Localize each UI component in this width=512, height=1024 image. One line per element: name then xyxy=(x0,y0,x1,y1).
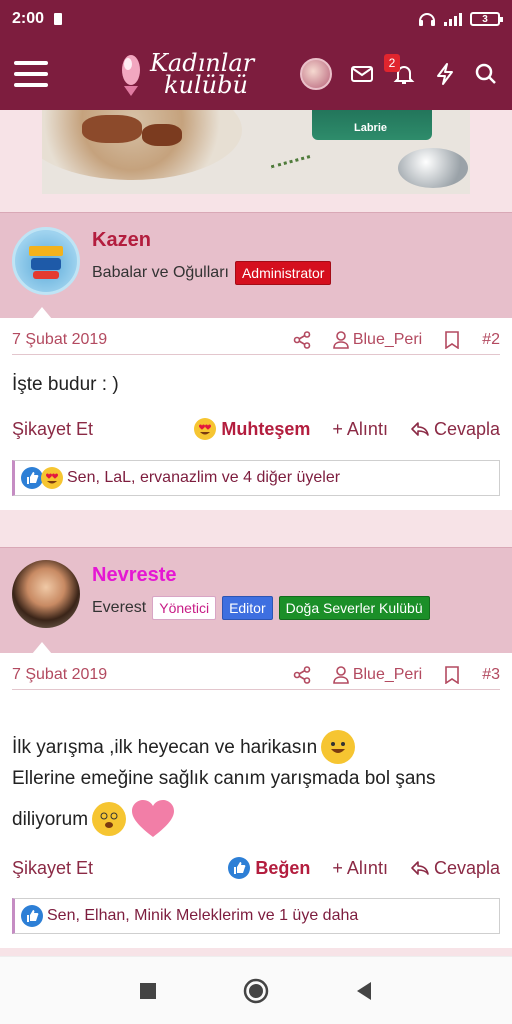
role-badge-yonetici: Yönetici xyxy=(152,596,217,620)
battery-level: 3 xyxy=(482,13,488,25)
role-badge-doga-severler: Doğa Severler Kulübü xyxy=(278,596,430,620)
system-nav-bar xyxy=(0,956,512,1024)
plus-icon: + xyxy=(332,418,343,439)
quote-label: Alıntı xyxy=(346,857,388,878)
report-button[interactable]: Şikayet Et xyxy=(12,858,93,879)
thumbs-up-icon xyxy=(228,857,251,879)
recents-icon[interactable] xyxy=(139,982,157,1000)
user-icon xyxy=(333,330,349,349)
role-badge-administrator: Administrator xyxy=(234,261,332,285)
image-brand-text: Labrie xyxy=(354,122,388,134)
user-title: Everest xyxy=(92,599,147,616)
status-time: 2:00 xyxy=(12,10,45,27)
avatar[interactable] xyxy=(12,560,80,628)
headset-icon xyxy=(419,13,435,26)
post-author-link[interactable]: Blue_Peri xyxy=(333,666,422,684)
reaction-label: Muhteşem xyxy=(221,418,311,439)
reactions-text: Sen, LaL, ervanazlim ve 4 diğer üyeler xyxy=(67,469,341,486)
plus-icon: + xyxy=(332,857,343,878)
post-date[interactable]: 7 Şubat 2019 xyxy=(12,331,107,349)
thumbs-up-icon xyxy=(21,467,43,489)
menu-icon[interactable] xyxy=(14,61,48,87)
post-meta: 7 Şubat 2019 Blue_Peri #3 xyxy=(12,660,500,690)
react-button[interactable]: Muhteşem xyxy=(194,418,310,440)
post-author-link[interactable]: Blue_Peri xyxy=(333,331,422,349)
sim-icon xyxy=(54,13,63,25)
avatar[interactable] xyxy=(12,227,80,295)
fish-logo-icon xyxy=(29,246,63,279)
thumbs-up-icon xyxy=(21,905,43,927)
report-button[interactable]: Şikayet Et xyxy=(12,419,93,440)
post-actions: Şikayet Et Muhteşem + Alıntı Cevapla xyxy=(12,415,500,443)
post-actions: Şikayet Et Beğen + Alıntı Cevapla xyxy=(12,854,500,882)
reply-button[interactable]: Cevapla xyxy=(410,419,500,440)
share-icon[interactable] xyxy=(293,330,311,349)
username[interactable]: Kazen xyxy=(92,229,151,252)
heart-eyes-icon xyxy=(41,467,63,489)
bookmark-icon[interactable] xyxy=(444,330,460,349)
quote-button[interactable]: + Alıntı xyxy=(332,858,388,879)
post-user-header: Kazen Babalar ve Oğulları Administrator xyxy=(0,212,512,319)
post-date[interactable]: 7 Şubat 2019 xyxy=(12,666,107,684)
notification-badge: 2 xyxy=(384,54,400,72)
status-bar: 2:00 3 xyxy=(0,0,512,38)
notifications-button[interactable]: 2 xyxy=(384,54,416,86)
post-content: İlk yarışma ,ilk heyecan ve harikasın El… xyxy=(12,730,500,839)
post-author: Blue_Peri xyxy=(352,330,423,348)
post-user-header: Nevreste Everest Yönetici Editor Doğa Se… xyxy=(0,547,512,654)
reply-button[interactable]: Cevapla xyxy=(410,858,500,879)
dizzy-emoji-icon xyxy=(92,802,127,836)
lightning-icon[interactable] xyxy=(434,62,456,86)
reactions-summary[interactable]: Sen, LaL, ervanazlim ve 4 diğer üyeler xyxy=(12,460,500,496)
battery-icon: 3 xyxy=(470,12,503,26)
post-image[interactable]: Labrie xyxy=(42,110,470,194)
reactions-text: Sen, Elhan, Minik Meleklerim ve 1 üye da… xyxy=(47,907,359,924)
post-content-line3: diliyorum xyxy=(12,808,89,830)
heart-eyes-emoji-icon xyxy=(194,418,217,440)
reply-label: Cevapla xyxy=(433,857,500,878)
pink-heart-icon xyxy=(132,800,175,837)
logo-text-line2: kulübü xyxy=(164,71,248,99)
username[interactable]: Nevreste xyxy=(92,564,177,587)
mail-icon[interactable] xyxy=(350,62,374,86)
home-icon[interactable] xyxy=(243,978,269,1004)
reply-label: Cevapla xyxy=(433,418,500,439)
reply-icon xyxy=(411,422,429,436)
logo-mark-icon xyxy=(122,55,140,96)
user-avatar-icon[interactable] xyxy=(300,58,332,90)
user-icon xyxy=(333,665,349,684)
app-header: Kadınlar kulübü 2 xyxy=(0,38,512,110)
post-content-line2: Ellerine emeğine sağlık canım yarışmada … xyxy=(12,768,436,789)
reply-icon xyxy=(411,861,429,875)
post-number[interactable]: #2 xyxy=(482,331,500,349)
like-button[interactable]: Beğen xyxy=(228,857,310,879)
post-meta: 7 Şubat 2019 Blue_Peri #2 xyxy=(12,325,500,355)
role-badge-editor: Editor xyxy=(222,596,273,620)
signal-icon xyxy=(444,12,462,26)
post-number[interactable]: #3 xyxy=(482,666,500,684)
quote-label: Alıntı xyxy=(346,418,388,439)
user-title: Babalar ve Oğulları xyxy=(92,264,229,281)
post-content: İşte budur : ) xyxy=(12,374,119,395)
search-icon[interactable] xyxy=(474,62,498,86)
share-icon[interactable] xyxy=(293,665,311,684)
laughing-emoji-icon xyxy=(321,730,356,764)
back-icon[interactable] xyxy=(355,981,373,1001)
reactions-summary[interactable]: Sen, Elhan, Minik Meleklerim ve 1 üye da… xyxy=(12,898,500,934)
quote-button[interactable]: + Alıntı xyxy=(332,419,388,440)
post-content-line1: İlk yarışma ,ilk heyecan ve harikasın xyxy=(12,736,318,758)
post-author: Blue_Peri xyxy=(352,665,423,683)
reaction-label: Beğen xyxy=(255,857,311,878)
bookmark-icon[interactable] xyxy=(444,665,460,684)
site-logo[interactable]: Kadınlar kulübü xyxy=(118,50,254,98)
